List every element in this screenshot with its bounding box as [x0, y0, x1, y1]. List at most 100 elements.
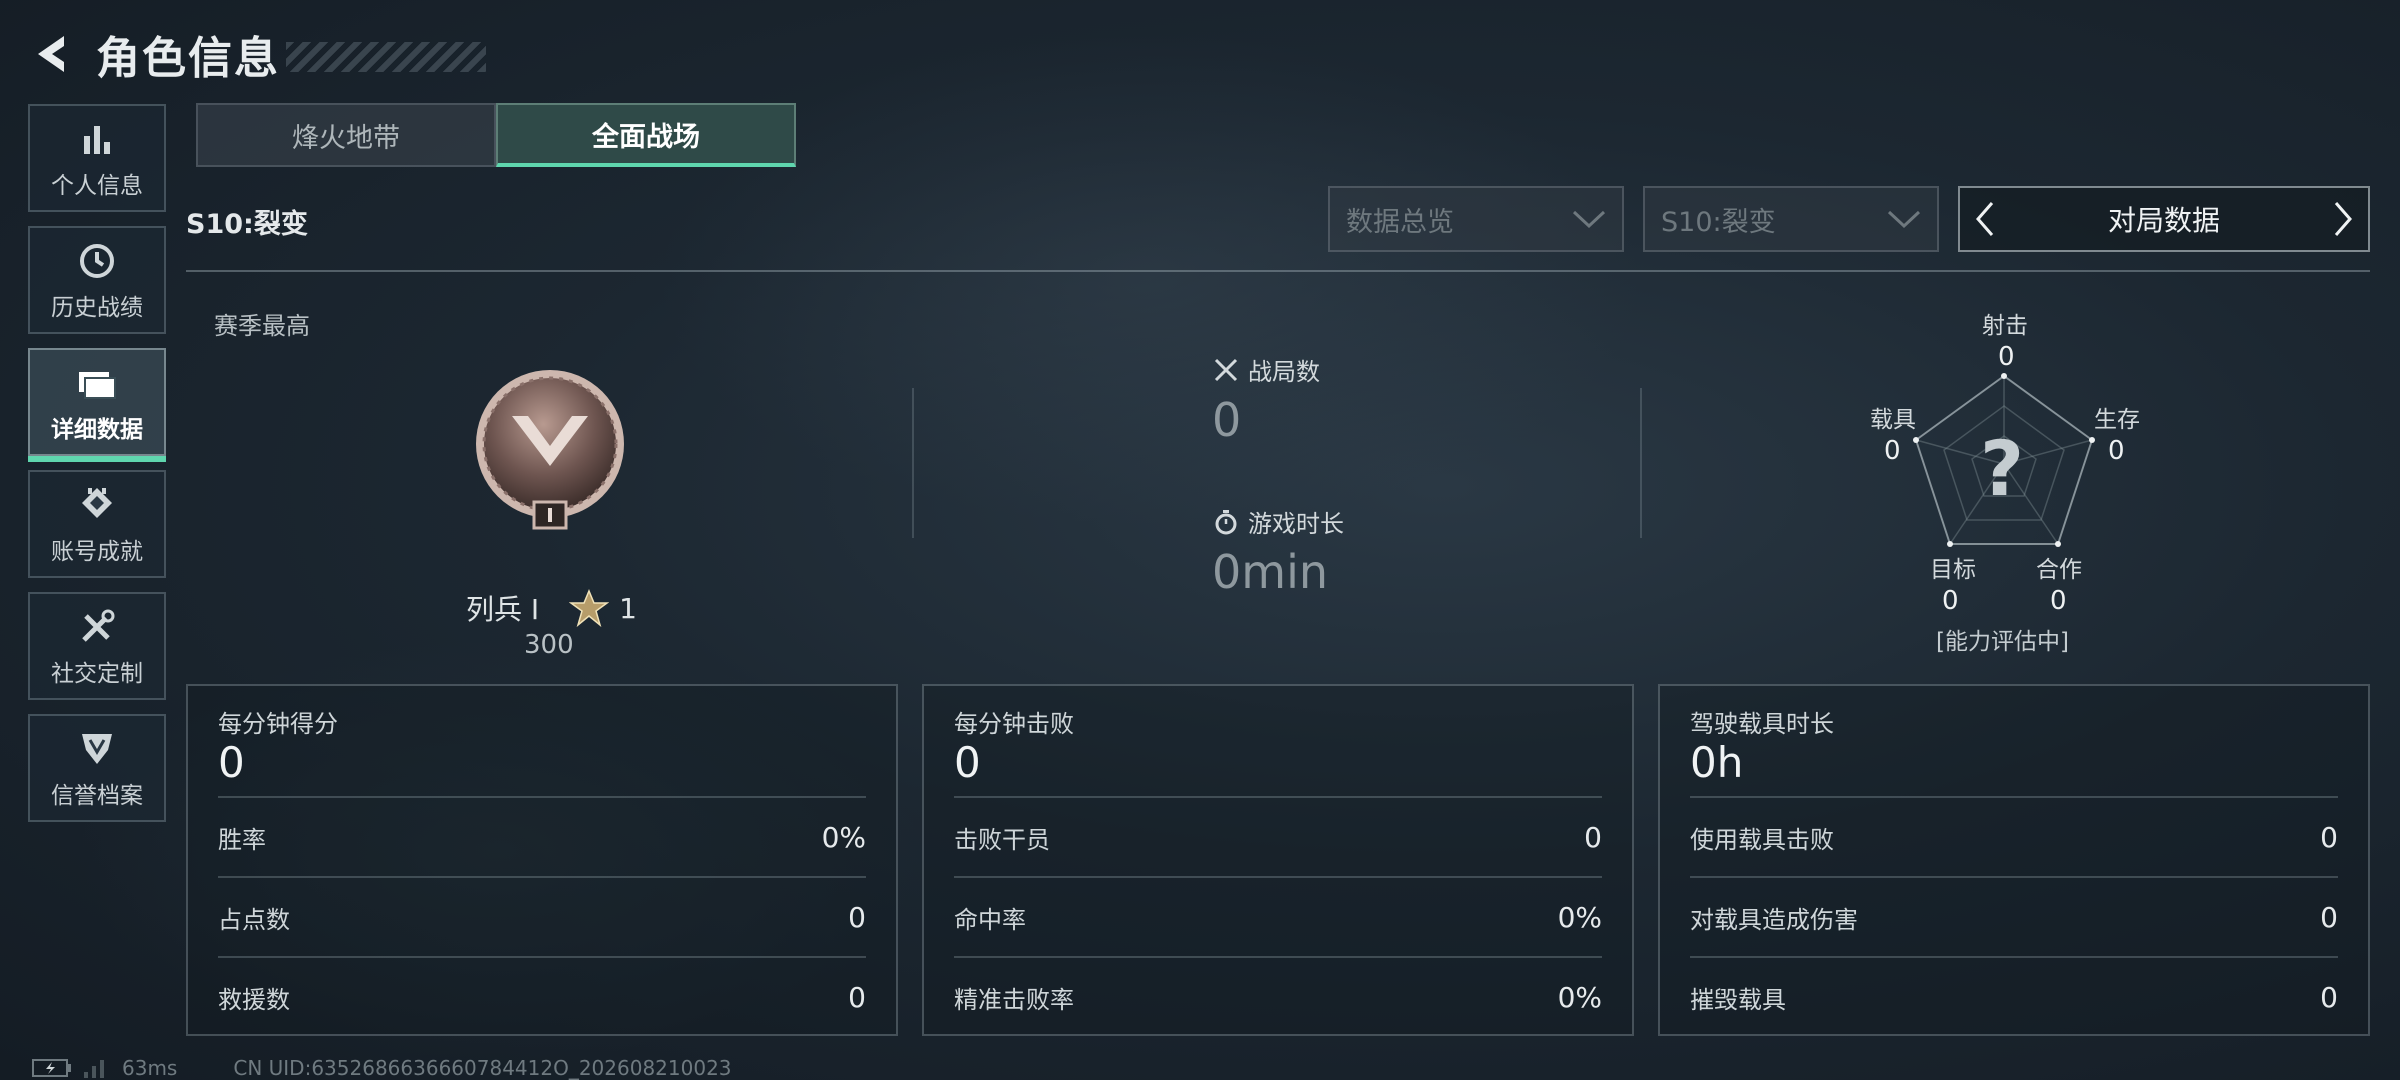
- status-bar: 63ms CN UID:6352686636660784412O_2026082…: [32, 1056, 732, 1080]
- crossed-swords-icon: [1212, 356, 1240, 384]
- radar-label-shooting: 射击: [1982, 313, 2028, 339]
- score-card: 每分钟得分 0 胜率 0% 占点数 0 救援数 0: [186, 684, 898, 1036]
- mode-tabs: 烽火地带 全面战场: [196, 103, 796, 167]
- radar-value-objective: 0: [1942, 586, 1959, 616]
- stat-label: 摧毁载具: [1690, 985, 1786, 1014]
- tools-icon: [78, 604, 116, 650]
- vehicle-card: 驾驶载具时长 0h 使用载具击败 0 对载具造成伤害 0 摧毁载具 0: [1658, 684, 2370, 1036]
- sidebar: 个人信息 历史战绩 详细数据 账号成就 社交定制 信誉档案: [28, 104, 166, 836]
- stat-row: 救援数 0: [218, 956, 866, 1036]
- stat-row: 对载具造成伤害 0: [1690, 876, 2338, 956]
- stat-value: 0%: [821, 820, 866, 854]
- header: 角色信息: [26, 22, 486, 86]
- prev-button[interactable]: [1960, 188, 2010, 250]
- stat-value: 0: [848, 900, 866, 934]
- kills-card: 每分钟击败 0 击败干员 0 命中率 0% 精准击败率 0%: [922, 684, 1634, 1036]
- tab-battlefield[interactable]: 全面战场: [496, 103, 796, 167]
- sidebar-item-label: 历史战绩: [51, 295, 143, 321]
- achievement-icon: [78, 482, 116, 528]
- dropdown-value: 数据总览: [1346, 206, 1454, 238]
- radar-value-vehicle: 0: [1884, 436, 1901, 466]
- back-arrow-icon: [38, 36, 64, 72]
- matches-label: 战局数: [1248, 358, 1320, 386]
- history-icon: [78, 238, 116, 284]
- radar-value-survival: 0: [2108, 436, 2125, 466]
- next-button[interactable]: [2318, 188, 2368, 250]
- playtime-value: 0min: [1212, 545, 1329, 599]
- stat-label: 胜率: [218, 825, 266, 854]
- header-divider: [186, 270, 2370, 272]
- card-value: 0: [218, 738, 245, 787]
- dropdown-value: S10:裂变: [1661, 206, 1776, 238]
- star-count: 1: [619, 591, 637, 625]
- signal-icon: [84, 1060, 104, 1078]
- page-title: 角色信息: [96, 33, 280, 84]
- uid-text: CN UID:6352686636660784412O_202608210023: [233, 1056, 732, 1080]
- title-decoration: [286, 42, 486, 72]
- stat-row: 击败干员 0: [954, 796, 1602, 876]
- stat-label: 占点数: [218, 905, 290, 934]
- card-value: 0: [954, 738, 981, 787]
- tab-warzone[interactable]: 烽火地带: [196, 103, 496, 167]
- radar-status: [能力评估中]: [1936, 629, 2069, 655]
- stat-value: 0%: [1557, 900, 1602, 934]
- star-icon: [569, 589, 610, 627]
- battery-icon: [32, 1059, 71, 1077]
- season-best-label: 赛季最高: [214, 312, 310, 340]
- back-button[interactable]: [26, 27, 74, 81]
- sidebar-item-label: 信誉档案: [51, 783, 143, 809]
- rank-points: 300: [524, 630, 574, 660]
- match-data-selector: 对局数据: [1958, 186, 2370, 252]
- radar-unknown-mark: ?: [1980, 424, 2025, 513]
- stat-value: 0%: [1557, 980, 1602, 1014]
- sidebar-item-detailed-data[interactable]: 详细数据: [28, 348, 166, 462]
- ability-radar: ? 射击 0 生存 0 合作 0 目标 0 载具 0 [能力评估中]: [1860, 296, 2160, 656]
- radar-value-shooting: 0: [1998, 342, 2015, 372]
- stat-label: 精准击败率: [954, 985, 1074, 1014]
- card-value: 0h: [1690, 738, 1744, 787]
- playtime-label: 游戏时长: [1248, 510, 1344, 538]
- radar-value-teamwork: 0: [2050, 586, 2067, 616]
- sidebar-item-label: 个人信息: [51, 173, 143, 199]
- sidebar-item-personal-info[interactable]: 个人信息: [28, 104, 166, 212]
- stat-value: 0: [848, 980, 866, 1014]
- chevron-right-icon: [2334, 202, 2352, 236]
- stat-label: 救援数: [218, 985, 290, 1014]
- stat-value: 0: [2320, 900, 2338, 934]
- sidebar-item-reputation[interactable]: 信誉档案: [28, 714, 166, 822]
- stat-value: 0: [2320, 980, 2338, 1014]
- column-divider: [1640, 388, 1642, 538]
- card-title: 每分钟击败: [954, 710, 1074, 738]
- sidebar-item-history[interactable]: 历史战绩: [28, 226, 166, 334]
- card-title: 每分钟得分: [218, 710, 338, 738]
- matches-value: 0: [1212, 393, 1242, 447]
- column-divider: [912, 388, 914, 538]
- chevron-down-icon: [1887, 210, 1921, 229]
- data-type-dropdown[interactable]: 数据总览: [1328, 186, 1624, 252]
- stat-row: 占点数 0: [218, 876, 866, 956]
- radar-label-teamwork: 合作: [2036, 557, 2082, 583]
- season-dropdown[interactable]: S10:裂变: [1643, 186, 1939, 252]
- shield-icon: [78, 726, 116, 772]
- bar-chart-icon: [80, 116, 114, 162]
- chevron-left-icon: [1976, 202, 1994, 236]
- sidebar-item-social[interactable]: 社交定制: [28, 592, 166, 700]
- rank-badge-icon: [472, 366, 628, 532]
- stat-row: 使用载具击败 0: [1690, 796, 2338, 876]
- folder-icon: [77, 360, 117, 406]
- stat-row: 命中率 0%: [954, 876, 1602, 956]
- stat-label: 对载具造成伤害: [1690, 905, 1858, 934]
- radar-label-survival: 生存: [2094, 407, 2140, 433]
- stat-row: 胜率 0%: [218, 796, 866, 876]
- sidebar-item-achievements[interactable]: 账号成就: [28, 470, 166, 578]
- sidebar-item-label: 详细数据: [51, 417, 143, 443]
- radar-label-objective: 目标: [1930, 557, 1976, 583]
- sidebar-item-label: 社交定制: [51, 661, 143, 687]
- match-data-label: 对局数据: [2107, 204, 2220, 237]
- matches-stat: 战局数 0: [1212, 352, 1320, 447]
- season-title: S10:裂变: [186, 209, 308, 240]
- stat-row: 摧毁载具 0: [1690, 956, 2338, 1036]
- stat-row: 精准击败率 0%: [954, 956, 1602, 1036]
- stat-label: 命中率: [954, 905, 1026, 934]
- rank-name: 列兵 Ⅰ: [466, 593, 540, 626]
